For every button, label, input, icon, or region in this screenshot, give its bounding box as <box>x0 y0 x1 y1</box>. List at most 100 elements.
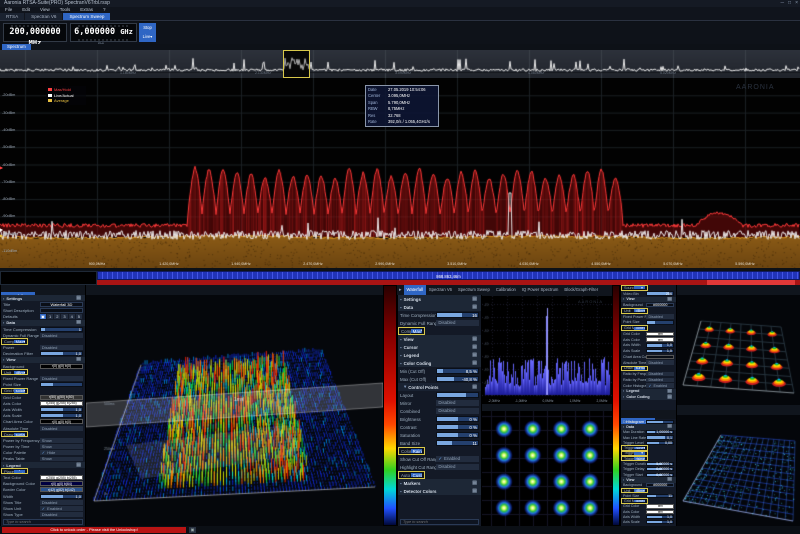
slider-axis-scale[interactable]: 1,0 <box>646 520 674 524</box>
row-color-coding[interactable]: ▪Color Coding▤ <box>621 394 676 400</box>
dropdown-compression-mode[interactable]: Max▾ <box>14 340 25 343</box>
section-menu-icon[interactable]: ▤ <box>470 481 479 486</box>
app-tab-spectran-v6[interactable]: Spectran V6 <box>25 13 62 20</box>
row-view[interactable]: ▪View▤ <box>1 357 85 363</box>
color-picker-border-color[interactable]: r(42) g(82) b(142) <box>40 487 83 492</box>
app-tab-spectrum-sweep[interactable]: Spectrum Sweep <box>63 13 110 20</box>
toggle-fixed-power-range[interactable]: Disabled <box>40 376 83 381</box>
section-menu-icon[interactable]: ▤ <box>665 477 674 482</box>
section-menu-icon[interactable]: ▤ <box>665 389 674 394</box>
color-picker-axis-color[interactable]: ffffff <box>646 510 674 514</box>
row-control-points[interactable]: ▾Control Points▤ <box>398 383 481 391</box>
toggle-absolute-time[interactable]: Disabled <box>40 426 83 431</box>
waterfall-3d-view[interactable] <box>86 295 383 526</box>
color-picker-text-color[interactable]: r(255) g(255) b(255) <box>40 475 83 480</box>
start-frequency-display[interactable]: 200,000000 MHz <box>3 23 67 42</box>
row-color-coding[interactable]: ▪Color Coding▤ <box>398 359 481 367</box>
toggle-highlight-cut-ranges[interactable]: Disabled <box>436 464 479 470</box>
toggle-power[interactable]: Disabled <box>40 345 83 350</box>
slider-decimation-filter[interactable]: 1,0 <box>40 351 83 356</box>
toggle-dynamic-full-range[interactable]: Disabled <box>40 333 83 338</box>
dock-tab-spectrum-sweep[interactable]: Spectrum Sweep <box>455 285 493 295</box>
slider-saturation[interactable]: 0 % <box>436 432 479 438</box>
checkbox-show-unit[interactable]: ✓Enabled <box>40 506 83 511</box>
section-menu-icon[interactable]: ▤ <box>470 297 479 302</box>
slider-point-size[interactable] <box>646 320 674 325</box>
section-menu-icon[interactable]: ▤ <box>665 297 674 302</box>
field-title[interactable]: Waterfall 3D <box>40 302 83 307</box>
slider-brightness[interactable]: 0 % <box>436 416 479 422</box>
toggle-absolute-time[interactable]: Disabled <box>646 360 674 365</box>
dropdown-compression-mode[interactable]: Max▾ <box>411 329 422 334</box>
dropdown-grid-mode[interactable]: dotted▾ <box>634 327 645 330</box>
default-button-2[interactable]: 2 <box>54 314 60 318</box>
toggle-combined[interactable]: Disabled <box>436 408 479 414</box>
slider-trigger-start[interactable]: 0,00000 s <box>646 473 674 477</box>
iq-power-spectrum-view[interactable] <box>482 296 612 398</box>
color-picker-grid-color[interactable]: ffffff <box>646 504 674 508</box>
color-picker-chart-area-color[interactable] <box>646 355 674 360</box>
slider-trigger-delay[interactable]: 0,00000 s <box>646 467 674 471</box>
section-menu-icon[interactable]: ▤ <box>665 395 674 400</box>
row-markers[interactable]: ▪Markers▤ <box>398 479 481 487</box>
section-menu-icon[interactable]: ▤ <box>74 357 83 362</box>
slider-min-cut-off[interactable]: 8,5 % <box>436 368 479 374</box>
maximize-icon[interactable]: □ <box>786 1 793 6</box>
alert-icon[interactable]: ▣ <box>189 527 196 533</box>
slider-axis-width[interactable]: 1,0 <box>646 343 674 348</box>
checkbox-show-cut-off-ranges[interactable]: ✓Enabled <box>436 456 479 462</box>
histogram-3d-view[interactable] <box>677 415 800 526</box>
slider-axis-scale[interactable]: 1,0 <box>40 413 83 418</box>
slider-max-cut-off[interactable]: -40,8 % <box>436 376 479 382</box>
row-legend[interactable]: ▪Legend▤ <box>1 462 85 468</box>
app-tab-rtsa[interactable]: RTSA <box>0 13 24 20</box>
section-menu-icon[interactable]: ▤ <box>470 385 479 390</box>
slider-axis-width[interactable]: 1,0 <box>646 515 674 519</box>
slider-trigger-level[interactable]: 0,00 <box>646 441 674 445</box>
row-data[interactable]: ▪Data▤ <box>398 303 481 311</box>
color-picker-grid-color[interactable]: ffffff <box>646 332 674 337</box>
section-menu-icon[interactable]: ▤ <box>665 424 674 429</box>
settings-search-input[interactable] <box>400 519 479 525</box>
toggle-peaks-table[interactable]: Show <box>40 457 83 462</box>
toggle-dynamic-full-range[interactable]: Disabled <box>436 320 479 326</box>
dropdown-trigger-source[interactable]: ▾ <box>634 452 645 455</box>
checkbox-color-histogram[interactable]: ✓Enabled <box>646 383 674 388</box>
default-button-0[interactable]: ▣ <box>40 314 46 318</box>
dropdown-unit[interactable]: dBm▾ <box>14 371 25 374</box>
row-view[interactable]: ▪View▤ <box>621 477 676 482</box>
histogram-colorbar[interactable] <box>612 285 620 526</box>
checkbox-color-palette[interactable]: ✓Hide <box>40 450 83 455</box>
default-button-1[interactable]: 1 <box>47 314 53 318</box>
dropdown-placement[interactable]: top center▾ <box>14 470 25 473</box>
section-menu-icon[interactable]: ▤ <box>470 305 479 310</box>
default-button-4[interactable]: 4 <box>69 314 75 318</box>
slider-axis-width[interactable]: 1,0 <box>40 407 83 412</box>
dropdown-color-scheme[interactable]: Rainbow▾ <box>411 449 422 454</box>
slider-time-compression[interactable]: 16 <box>436 312 479 318</box>
slider-max-line-rate[interactable]: 0,1 <box>646 435 674 439</box>
slider-axis-scale[interactable]: 1,0 <box>646 349 674 354</box>
dock-tab-spectran-v6[interactable]: Spectran V6 <box>426 285 455 295</box>
row-data[interactable]: ▪Data▤ <box>621 424 676 429</box>
slider-layout[interactable] <box>436 392 479 398</box>
slider-video-bin[interactable]: 256 <box>646 291 674 296</box>
toggle-mirror[interactable]: Disabled <box>436 400 479 406</box>
default-button-5[interactable]: 5 <box>76 314 82 318</box>
dropdown-grid-mode[interactable]: dotted▾ <box>634 500 645 503</box>
row-view[interactable]: ▪View▤ <box>398 335 481 343</box>
minimize-icon[interactable]: ─ <box>779 1 787 6</box>
color-picker-background[interactable]: r(0) g(0) b(0) <box>40 364 83 369</box>
dock-tab-block-graph-filter[interactable]: Block/Graph-Filter <box>561 285 601 295</box>
row-settings[interactable]: ▪Settings▤ <box>1 295 85 301</box>
slider-point-size[interactable] <box>40 382 83 387</box>
dropdown-source-1[interactable]: ▾ <box>634 286 645 289</box>
dropdown-unit[interactable]: dBm▾ <box>634 489 645 492</box>
constellation-view[interactable] <box>482 411 612 526</box>
close-icon[interactable]: × <box>793 1 800 6</box>
slider-point-size[interactable]: 11 <box>646 494 674 498</box>
scrollbar-corner[interactable] <box>0 271 97 285</box>
slider-contrast[interactable]: 0 % <box>436 424 479 430</box>
peaks-3d-view[interactable] <box>677 295 800 405</box>
section-menu-icon[interactable]: ▤ <box>74 296 83 301</box>
